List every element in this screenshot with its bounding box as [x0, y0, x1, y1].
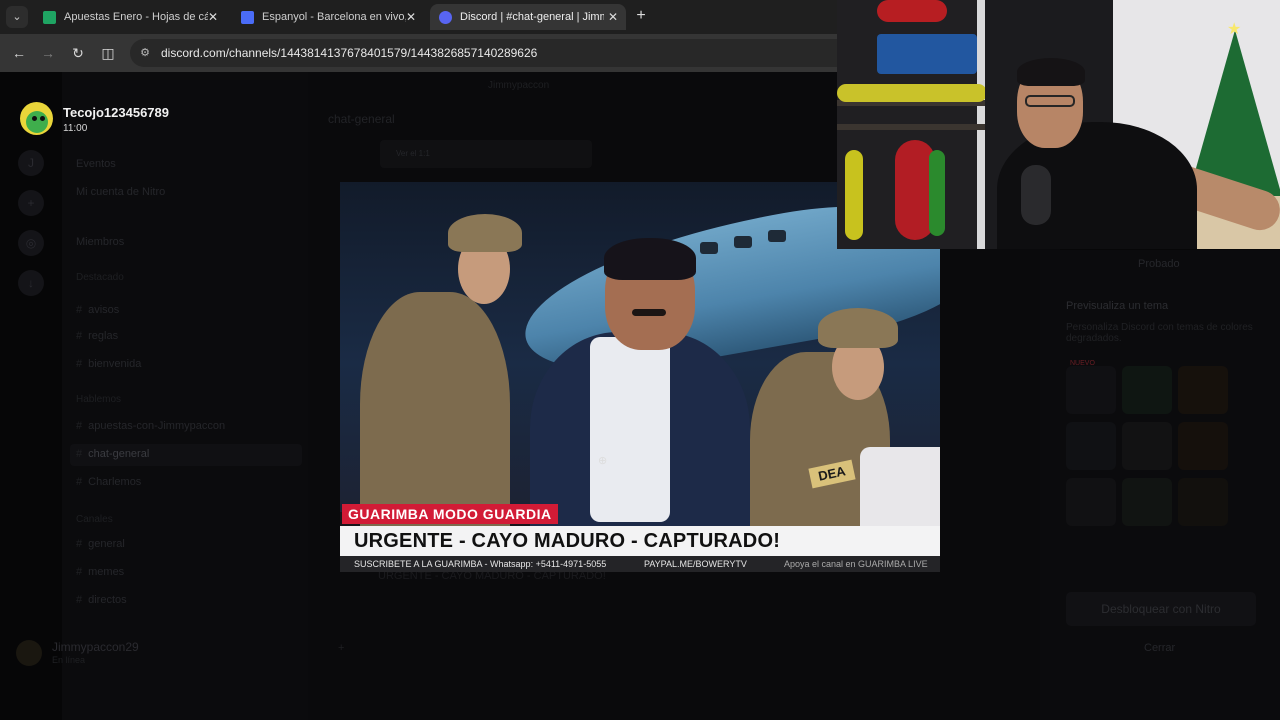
sidebar-item-members[interactable]: Miembros: [76, 236, 124, 248]
user-bar-name: Jimmypaccon29: [52, 640, 139, 654]
avatar-eye: [40, 116, 45, 121]
airplane-window: [768, 230, 786, 242]
channel-charlemos[interactable]: # Charlemos: [76, 476, 141, 488]
channel-bienvenida[interactable]: # bienvenida: [76, 358, 141, 370]
theme-preview-panel: Probado Previsualiza un tema Personaliza…: [1040, 250, 1280, 720]
theme-swatch[interactable]: [1066, 366, 1116, 414]
ticker-left: SUSCRIBETE A LA GUARIMBA - Whatsapp: +54…: [354, 559, 607, 569]
toy-box: [877, 34, 977, 74]
new-tab-button[interactable]: +: [632, 6, 650, 26]
split-view-icon[interactable]: ◫: [99, 44, 117, 62]
channel-avisos[interactable]: # avisos: [76, 304, 119, 316]
profile-timestamp: 11:00: [63, 123, 88, 134]
tab-sheets[interactable]: Apuestas Enero - Hojas de cálc ✕: [34, 4, 226, 30]
theme-swatch[interactable]: [1178, 422, 1228, 470]
news-tag: GUARIMBA MODO GUARDIA: [342, 504, 558, 524]
detainee-shirt: [590, 337, 670, 522]
server-name: Jimmypaccon: [488, 80, 550, 91]
server-icon[interactable]: J: [18, 150, 44, 176]
close-icon[interactable]: ✕: [608, 4, 618, 30]
avatar-face: [26, 111, 48, 133]
close-icon[interactable]: ✕: [406, 4, 416, 30]
theme-swatch[interactable]: [1066, 478, 1116, 526]
server-rail: J + ◎ ↓: [0, 72, 62, 720]
sidebar-item-events[interactable]: Eventos: [76, 158, 116, 170]
add-server-icon[interactable]: +: [18, 190, 44, 216]
theme-swatch[interactable]: [1178, 366, 1228, 414]
garland-gold: [837, 84, 987, 102]
theme-swatch[interactable]: [1122, 422, 1172, 470]
channel-memes[interactable]: # memes: [76, 566, 124, 578]
theme-swatch[interactable]: [1066, 422, 1116, 470]
message-preview-pill[interactable]: Ver el 1:1: [380, 140, 592, 168]
theme-swatch[interactable]: [1122, 366, 1172, 414]
airplane-window: [734, 236, 752, 248]
ticker-right: PAYPAL.ME/BOWERYTV: [644, 559, 747, 569]
url-text: discord.com/channels/1443814137678401579…: [161, 46, 538, 60]
detainee-mustache: [632, 309, 666, 316]
garland-red: [877, 0, 947, 22]
tab-discord[interactable]: Discord | #chat-general | Jimmy ✕: [430, 4, 626, 30]
channel-chat-general[interactable]: # chat-general: [76, 448, 149, 460]
garland-gold: [845, 150, 863, 240]
theme-swatch[interactable]: [1178, 478, 1228, 526]
download-icon[interactable]: ↓: [18, 270, 44, 296]
soldier-helmet: [818, 308, 898, 348]
site-icon: [241, 11, 254, 24]
soldier-helmet: [448, 214, 522, 252]
tab-espanyol[interactable]: Espanyol - Barcelona en vivo, m ✕: [232, 4, 424, 30]
panel-title: Probado: [1138, 258, 1180, 270]
bystander-shirt: [860, 447, 940, 537]
message-composer[interactable]: +: [338, 642, 344, 654]
address-bar[interactable]: ⚙ discord.com/channels/14438141376784015…: [130, 39, 850, 67]
category-canales[interactable]: Canales: [76, 514, 113, 525]
garland-green: [929, 150, 945, 236]
zoom-cursor-icon: ⊕: [598, 455, 608, 467]
person-hair: [1017, 58, 1085, 86]
avatar: [20, 102, 53, 135]
ticker-far: Apoya el canal en GUARIMBA LIVE: [784, 559, 928, 569]
channel-directos[interactable]: # directos: [76, 594, 127, 606]
airplane-window: [700, 242, 718, 254]
discord-icon: [439, 11, 452, 24]
channel-general[interactable]: # general: [76, 538, 125, 550]
channel-apuestas[interactable]: # apuestas-con-Jimmypaccon: [76, 420, 225, 432]
site-info-icon[interactable]: ⚙: [138, 46, 152, 60]
screen: ⌄ Apuestas Enero - Hojas de cálc ✕ Espan…: [0, 0, 1280, 720]
panel-subtitle: Personaliza Discord con temas de colores…: [1066, 322, 1253, 344]
forward-icon[interactable]: →: [39, 44, 57, 62]
news-ticker: SUSCRIBETE A LA GUARIMBA - Whatsapp: +54…: [340, 556, 940, 572]
back-icon[interactable]: ←: [10, 44, 28, 62]
channel-sidebar: Eventos Mi cuenta de Nitro Miembros Dest…: [62, 72, 308, 720]
unlock-nitro-button[interactable]: Desbloquear con Nitro: [1066, 592, 1256, 626]
avatar: [16, 640, 42, 666]
webcam-overlay: ★: [837, 0, 1280, 249]
close-panel-button[interactable]: Cerrar: [1144, 642, 1175, 654]
category-hablemos[interactable]: Hablemos: [76, 394, 121, 405]
category-destacado[interactable]: Destacado: [76, 272, 124, 283]
star-icon: ★: [1227, 21, 1242, 38]
person-glasses: [1025, 95, 1075, 107]
shelf: [837, 124, 987, 130]
panel-heading: Previsualiza un tema: [1066, 300, 1169, 312]
reload-icon[interactable]: ↻: [69, 44, 87, 62]
profile-username: Tecojo123456789: [63, 105, 169, 120]
theme-swatch[interactable]: [1122, 478, 1172, 526]
news-headline: URGENTE - CAYO MADURO - CAPTURADO!: [340, 526, 940, 556]
channel-reglas[interactable]: # reglas: [76, 330, 118, 342]
sidebar-item-nitro[interactable]: Mi cuenta de Nitro: [76, 186, 165, 198]
user-bar-status: En línea: [52, 655, 86, 665]
avatar-eye: [32, 116, 37, 121]
microphone-icon: [1021, 165, 1051, 225]
tab-search-button[interactable]: ⌄: [6, 6, 28, 28]
channel-header-title: chat-general: [328, 112, 395, 126]
detainee-hair: [604, 238, 696, 280]
sheets-icon: [43, 11, 56, 24]
discover-icon[interactable]: ◎: [18, 230, 44, 256]
close-icon[interactable]: ✕: [208, 4, 218, 30]
